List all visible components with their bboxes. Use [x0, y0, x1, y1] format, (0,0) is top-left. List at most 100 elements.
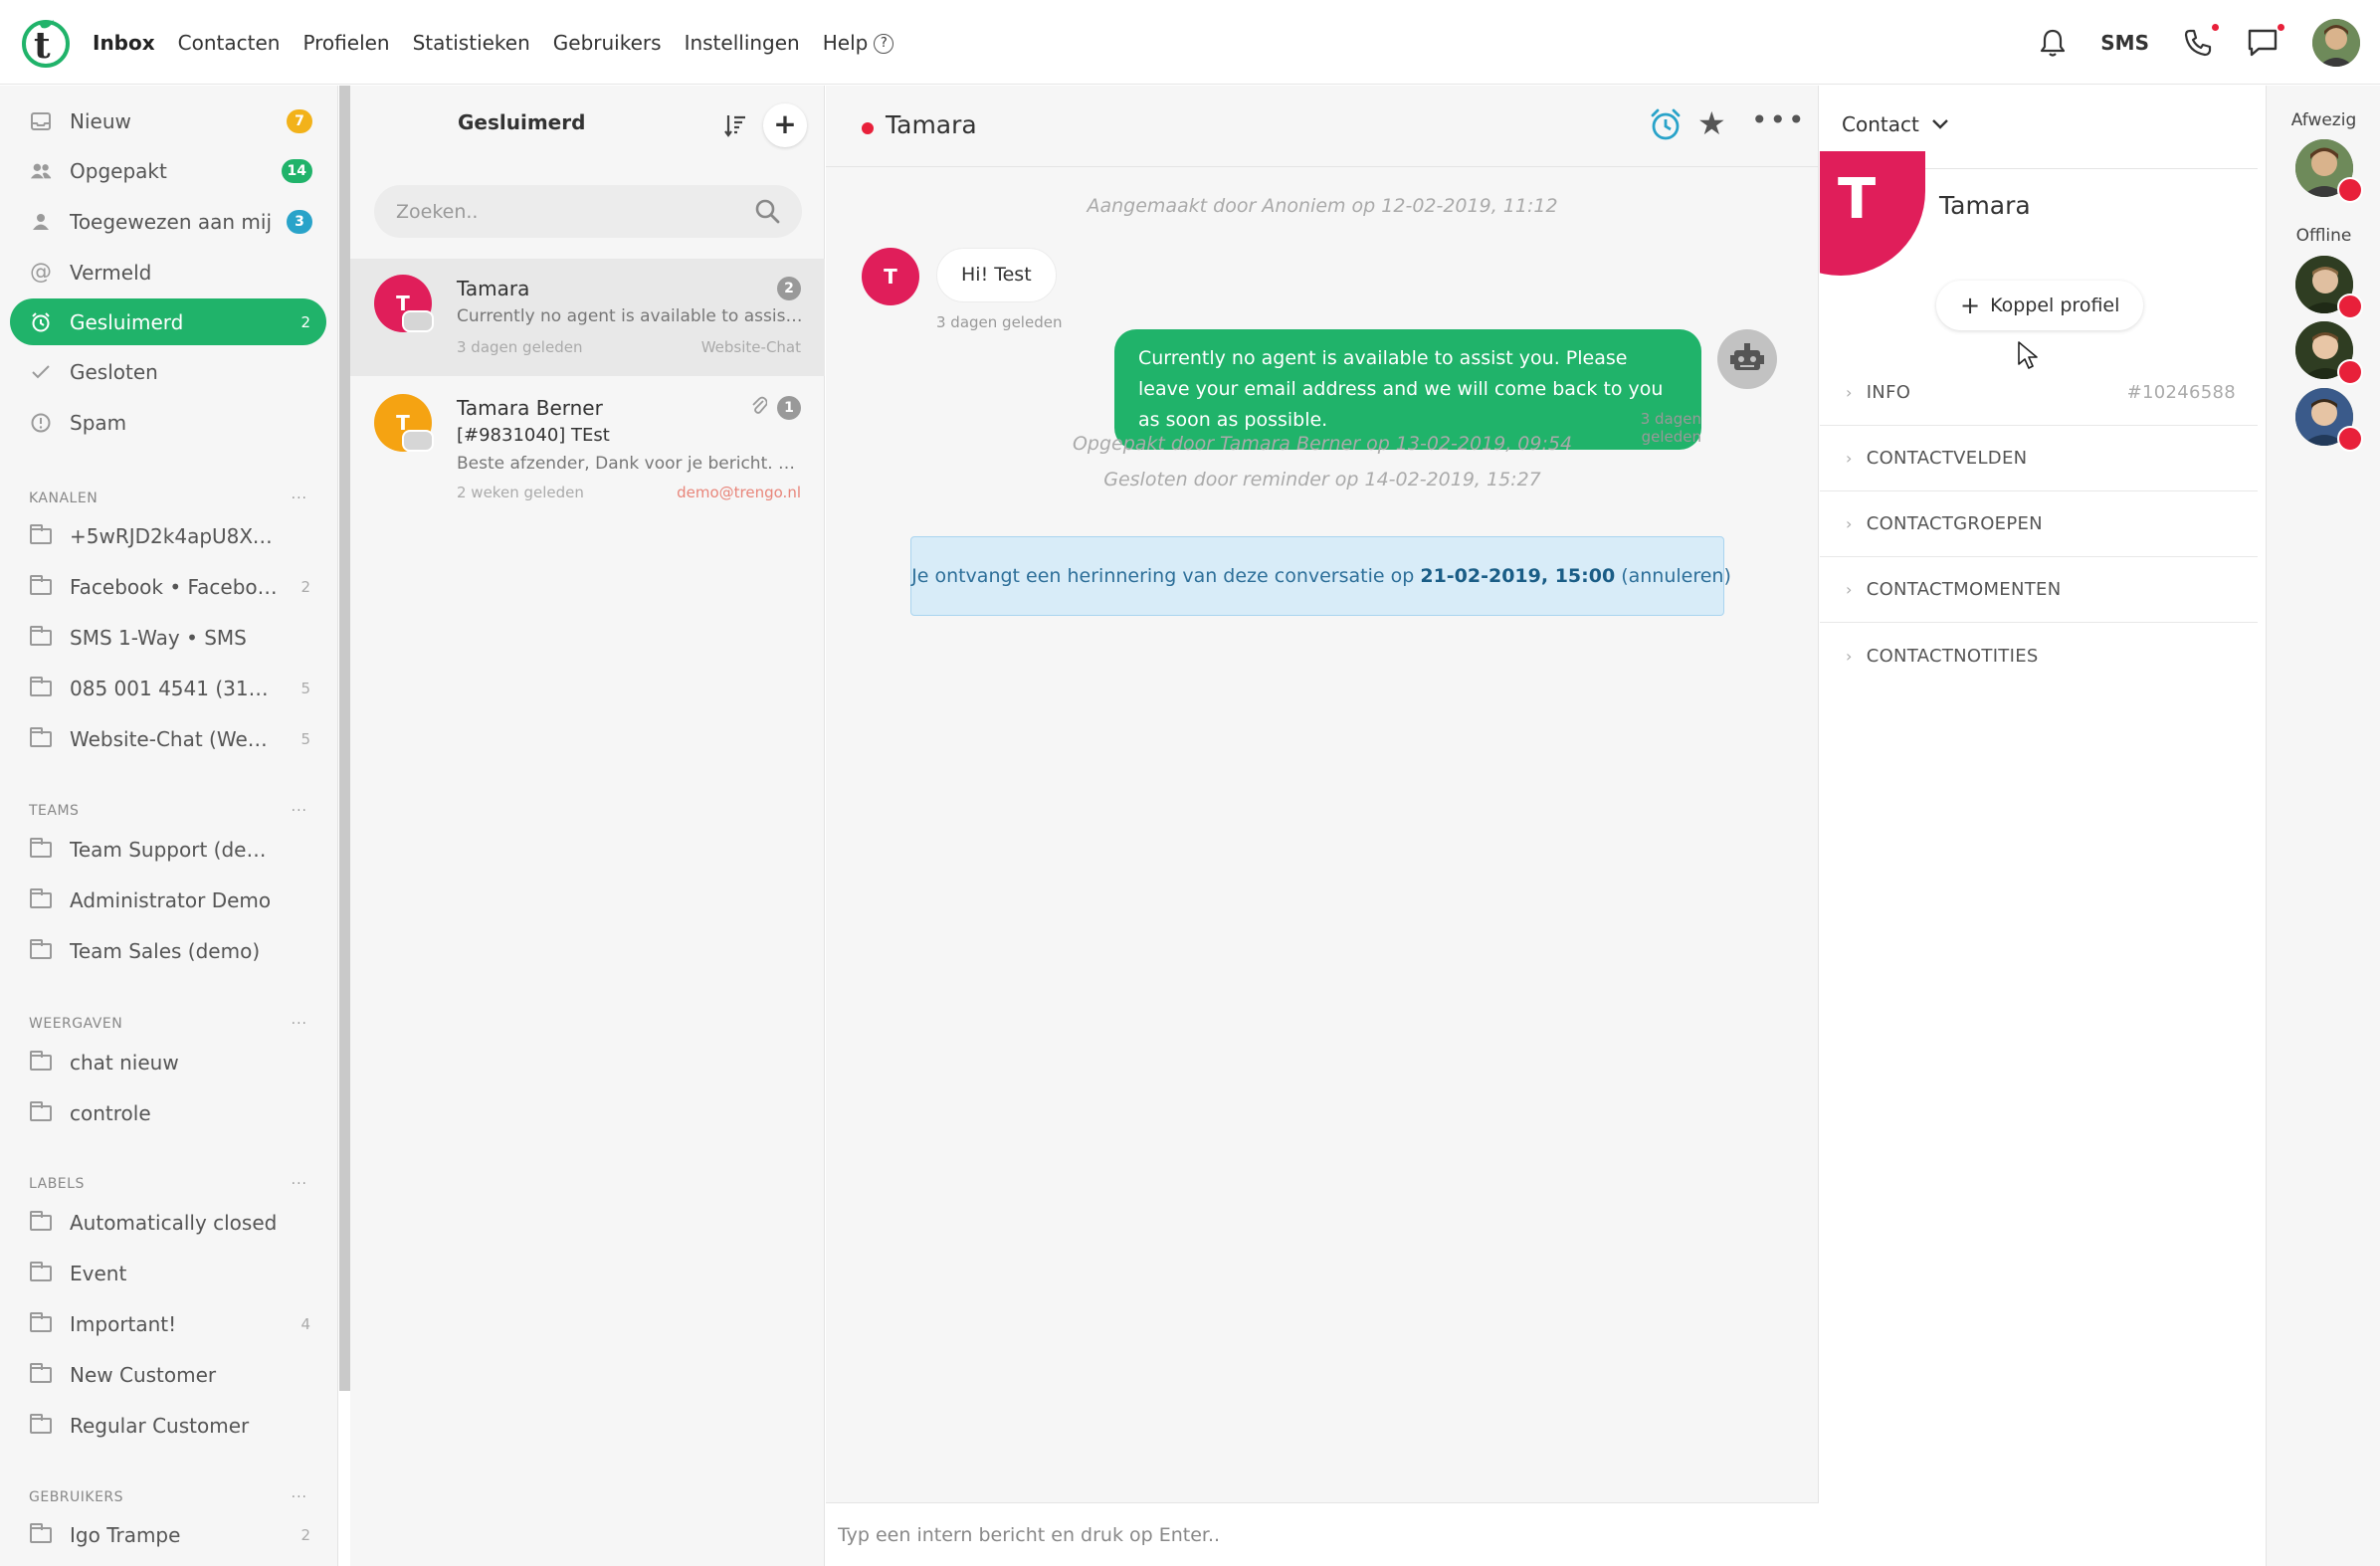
sort-icon[interactable] [724, 113, 746, 137]
status-dot [862, 122, 874, 134]
phone-icon [2184, 29, 2212, 56]
users-icon [30, 160, 52, 182]
sms-button[interactable]: SMS [2100, 31, 2149, 55]
add-conversation-button[interactable]: + [763, 103, 807, 147]
reminder-text: Je ontvangt een herinnering van deze con… [911, 565, 1415, 587]
sidebar-item-opgepakt[interactable]: Opgepakt 14 [10, 147, 326, 194]
conversation-preview: Beste afzender, Dank voor je bericht. Wi… [457, 454, 805, 474]
sidebar-item-label: Opgepakt [70, 158, 167, 183]
conversation-subject: [#9831040] TEst [457, 425, 610, 446]
accordion-contactmomenten[interactable]: › CONTACTMOMENTEN [1820, 557, 2258, 623]
accordion-label: INFO [1866, 382, 1911, 403]
sidebar-item-gesloten[interactable]: Gesloten [10, 348, 326, 395]
sidebar-item-vermeld[interactable]: @ Vermeld [10, 249, 326, 295]
sidebar-item-label: +5wRJD2k4apU8XTr0... [70, 523, 279, 548]
bot-icon [1717, 329, 1777, 389]
contact-dropdown[interactable]: Contact [1842, 112, 1949, 136]
sidebar-item-channel[interactable]: +5wRJD2k4apU8XTr0... [10, 512, 326, 559]
accordion-contactgroepen[interactable]: › CONTACTGROEPEN [1820, 491, 2258, 557]
chat-button[interactable] [2247, 21, 2286, 58]
sidebar-item-user[interactable]: Igo Trampe 2 [10, 1511, 326, 1558]
alarm-icon [30, 311, 52, 333]
more-options-icon[interactable]: ••• [1751, 103, 1807, 136]
section-options-icon[interactable]: ··· [292, 1176, 307, 1192]
internal-message-input[interactable] [826, 1503, 1819, 1566]
cancel-reminder-link[interactable]: (annuleren) [1621, 565, 1731, 587]
section-header-gebruikers: GEBRUIKERS ··· [29, 1489, 307, 1505]
sidebar-item-label: Facebook • Facebook [70, 574, 279, 599]
snooze-alarm-icon[interactable] [1649, 107, 1683, 141]
chevron-down-icon [1931, 119, 1948, 129]
sidebar-item-label: Team Sales (demo) [70, 938, 261, 963]
inbox-icon [30, 110, 52, 132]
accordion-label: CONTACTNOTITIES [1866, 645, 2039, 667]
accordion-info[interactable]: › INFO #10246588 [1820, 360, 2258, 426]
conversation-source: demo@trengo.nl [677, 484, 801, 501]
sidebar-scrollbar[interactable] [339, 86, 350, 1391]
sidebar-item-team[interactable]: Team Sales (demo) [10, 927, 326, 974]
reminder-notice: Je ontvangt een herinnering van deze con… [910, 536, 1731, 616]
sidebar-item-nieuw[interactable]: Nieuw 7 [10, 98, 326, 144]
section-options-icon[interactable]: ··· [292, 1489, 307, 1505]
email-channel-icon [402, 430, 434, 452]
count-badge: 7 [287, 108, 312, 133]
sidebar-item-label-tag[interactable]: Important! 4 [10, 1300, 326, 1347]
sidebar-item-label-tag[interactable]: Event [10, 1250, 326, 1296]
sidebar-item-label-tag[interactable]: Automatically closed [10, 1199, 326, 1246]
message-count-badge: 1 [777, 396, 801, 420]
sidebar-item-channel[interactable]: Website-Chat (Web-ch... 5 [10, 715, 326, 762]
nav-inbox[interactable]: Inbox [93, 31, 155, 55]
nav-gebruikers[interactable]: Gebruikers [553, 31, 662, 55]
star-icon[interactable]: ★ [1697, 104, 1726, 142]
nav-statistieken[interactable]: Statistieken [413, 31, 530, 55]
phone-button[interactable] [2183, 21, 2221, 58]
system-message-closed: Gesloten door reminder op 14-02-2019, 15… [1103, 469, 1541, 490]
chat-contact-name: Tamara [886, 110, 977, 139]
sidebar-item-label: Regular Customer [70, 1413, 250, 1438]
phone-status-icon [2337, 177, 2363, 203]
user-menu[interactable] [2312, 18, 2360, 67]
sidebar-item-label: Automatically closed [70, 1210, 278, 1235]
sidebar-item-label: Website-Chat (Web-ch... [70, 726, 279, 751]
chat-notification-dot [2276, 21, 2286, 33]
sidebar-item-channel[interactable]: Facebook • Facebook 2 [10, 563, 326, 610]
nav-help[interactable]: Help? [823, 31, 894, 55]
conversation-item[interactable]: T Tamara Berner 1 [#9831040] TEst Beste … [350, 378, 825, 501]
conversation-preview: Currently no agent is available to assis… [457, 306, 805, 326]
sidebar-item-spam[interactable]: Spam [10, 399, 326, 446]
sidebar-item-view[interactable]: chat nieuw [10, 1039, 326, 1085]
search-input[interactable] [374, 185, 802, 238]
chevron-right-icon: › [1846, 580, 1853, 599]
sidebar-item-gesluimerd[interactable]: Gesluimerd 2 [10, 298, 326, 345]
section-options-icon[interactable]: ··· [292, 803, 307, 819]
nav-profielen[interactable]: Profielen [302, 31, 389, 55]
link-profile-button[interactable]: + Koppel profiel [1936, 281, 2144, 330]
nav-instellingen[interactable]: Instellingen [685, 31, 800, 55]
nav-contacten[interactable]: Contacten [178, 31, 281, 55]
folder-icon [30, 1362, 52, 1386]
notifications-button[interactable] [2039, 28, 2067, 58]
search-icon[interactable] [753, 197, 781, 225]
nav-help-label: Help [822, 30, 869, 55]
sidebar-item-channel[interactable]: SMS 1-Way • SMS [10, 614, 326, 661]
sidebar-item-label-tag[interactable]: New Customer [10, 1351, 326, 1398]
sidebar-item-team[interactable]: Administrator Demo [10, 877, 326, 923]
phone-status-icon [2337, 426, 2363, 452]
section-options-icon[interactable]: ··· [292, 490, 307, 506]
trengo-logo-icon[interactable]: t [20, 16, 72, 68]
sidebar-item-team[interactable]: Team Support (demo) [10, 826, 326, 873]
warning-icon [30, 412, 52, 434]
accordion-contactvelden[interactable]: › CONTACTVELDEN [1820, 426, 2258, 491]
sidebar-item-toegewezen[interactable]: Toegewezen aan mij 3 [10, 198, 326, 245]
sidebar-item-view[interactable]: controle [10, 1089, 326, 1136]
accordion-contactnotities[interactable]: › CONTACTNOTITIES [1820, 623, 2258, 688]
folder-icon [30, 523, 52, 547]
section-header-teams: TEAMS ··· [29, 803, 307, 819]
section-options-icon[interactable]: ··· [292, 1016, 307, 1032]
conversation-item[interactable]: T Tamara 2 Currently no agent is availab… [350, 259, 825, 376]
phone-status-icon [2337, 359, 2363, 385]
chevron-right-icon: › [1846, 383, 1853, 402]
sidebar-item-label-tag[interactable]: Regular Customer [10, 1402, 326, 1449]
sidebar-item-channel[interactable]: 085 001 4541 (3185... 5 [10, 665, 326, 711]
sidebar-item-label: Gesluimerd [70, 309, 184, 334]
